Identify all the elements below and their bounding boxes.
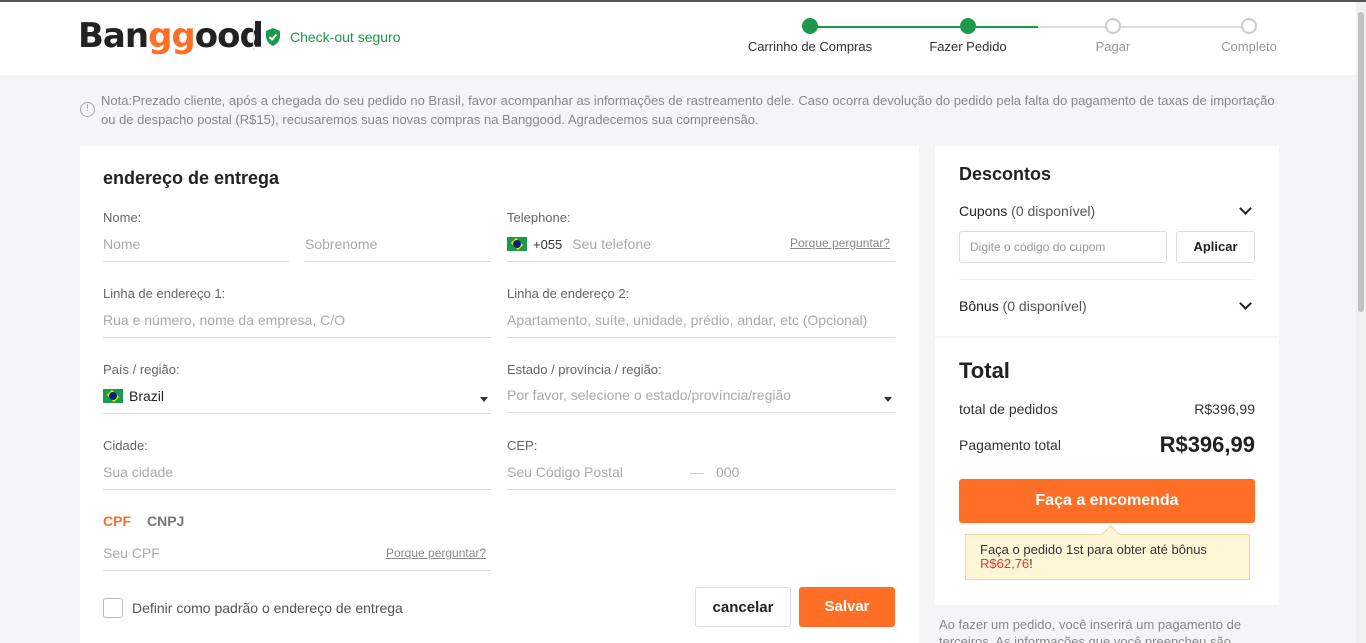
shield-check-icon [266,28,280,46]
zip-label: CEP: [507,438,538,453]
total-title: Total [959,358,1010,383]
import-notice: ! Nota:Prezado cliente, após a chegada d… [80,91,1280,129]
address2-input[interactable]: Apartamento, suíte, unidade, prédio, and… [507,304,895,338]
step-dot [1241,18,1257,34]
phone-code: +055 [533,237,563,252]
default-address-checkbox[interactable] [103,598,123,618]
info-icon: ! [80,102,95,117]
order-total-label: total de pedidos [959,401,1058,417]
address2-label: Linha de endereço 2: [507,286,630,301]
step-dot [1105,18,1121,34]
first-name-input[interactable]: Nome [103,228,289,262]
state-caret-icon [884,397,892,402]
step-cart: Carrinho de Compras [740,16,880,54]
payment-total-label: Pagamento total [959,437,1061,453]
tab-cpf[interactable]: CPF [103,513,131,529]
coupons-count: (0 disponível) [1011,203,1096,219]
step-pay: Pagar [1043,16,1183,54]
coupons-toggle[interactable]: Cupons (0 disponível) [959,203,1095,219]
tax-id-tabs: CPF CNPJ [103,513,184,529]
country-select[interactable]: Brazil [103,380,491,414]
step-dot [960,18,976,34]
coupons-label: Cupons [959,203,1008,219]
brazil-flag-icon [103,389,123,403]
discounts-divider [959,279,1255,280]
zip-placeholder: Seu Código Postal [507,464,623,480]
discounts-title: Descontos [959,164,1052,184]
secure-checkout-text: Check-out seguro [290,29,401,45]
apply-coupon-button[interactable]: Aplicar [1176,231,1255,263]
default-address-row[interactable]: Definir como padrão o endereço de entreg… [103,598,403,618]
header-divider [253,24,254,50]
country-value: Brazil [129,388,165,404]
step-dot [802,18,818,34]
step-label: Completo [1221,39,1277,54]
scrollbar-thumb[interactable] [1358,12,1364,312]
name-label: Nome: [103,210,142,225]
zip-suffix-input[interactable]: 000 [716,456,739,488]
tooltip-end: ! [1029,556,1033,571]
secure-checkout-badge: Check-out seguro [264,27,401,47]
country-label: País / região: [103,362,180,377]
step-label: Fazer Pedido [929,39,1007,54]
checkout-header: Banggood Check-out seguro Carrinho de Co… [0,2,1356,75]
bonus-tooltip: Faça o pedido 1st para obter até bônus R… [965,534,1250,580]
page-scrollbar[interactable] [1356,2,1366,643]
save-button[interactable]: Salvar [799,587,895,627]
address-title: endereço de entrega [103,168,280,188]
order-total-value: R$396,99 [1194,401,1255,417]
default-address-label: Definir como padrão o endereço de entreg… [132,600,403,616]
zip-input[interactable]: Seu Código Postal — 000 [507,456,895,490]
notice-text: Nota:Prezado cliente, após a chegada do … [101,93,1275,127]
step-label: Carrinho de Compras [747,39,873,54]
phone-placeholder: Seu telefone [572,236,651,252]
place-order-button[interactable]: Faça a encomenda [959,479,1255,523]
state-select[interactable]: Por favor, selecione o estado/província/… [507,379,895,413]
order-total-row: total de pedidos R$396,99 [959,401,1255,417]
address1-input[interactable]: Rua e número, nome da empresa, C/O [103,304,491,338]
state-label: Estado / província / região: [507,362,662,377]
discounts-card: Descontos Cupons (0 disponível) Digite o… [935,146,1279,336]
bonus-label: Bônus [959,298,999,314]
total-card: Total total de pedidos R$396,99 Pagament… [935,338,1279,605]
phone-why-link[interactable]: Porque perguntar? [790,236,890,250]
telephone-label: Telephone: [507,210,571,225]
city-label: Cidade: [103,438,148,453]
tooltip-text: Faça o pedido 1st para obter até bônus [980,542,1207,557]
bonus-chevron-down-icon[interactable] [1239,297,1252,310]
brazil-flag-icon [507,237,527,251]
shipping-address-card: endereço de entrega Nome: Nome Sobrenome… [80,146,919,643]
step-complete: Completo [1179,16,1319,54]
payment-total-value: R$396,99 [1159,432,1255,457]
banggood-logo[interactable]: Banggood [78,16,264,56]
checkout-steps: Carrinho de Compras Fazer Pedido Pagar C… [740,16,1300,66]
country-caret-icon [480,397,488,402]
coupons-chevron-down-icon[interactable] [1239,202,1252,215]
tab-cnpj[interactable]: CNPJ [147,513,184,529]
coupon-code-input[interactable]: Digite o código do cupom [959,231,1167,263]
tooltip-amount: R$62,76 [980,556,1030,571]
cpf-why-link[interactable]: Porque perguntar? [386,546,486,560]
payment-total-row: Pagamento total R$396,99 [959,432,1255,458]
third-party-payment-note: Ao fazer um pedido, você inserirá um pag… [939,617,1242,643]
city-input[interactable]: Sua cidade [103,456,491,490]
zip-dash: — [690,464,704,480]
cancel-button[interactable]: cancelar [695,587,791,627]
bonus-count: (0 disponível) [1002,298,1087,314]
address1-label: Linha de endereço 1: [103,286,226,301]
step-label: Pagar [1095,39,1131,54]
bonus-toggle[interactable]: Bônus (0 disponível) [959,298,1087,314]
last-name-input[interactable]: Sobrenome [305,228,491,262]
step-place-order: Fazer Pedido [898,16,1038,54]
